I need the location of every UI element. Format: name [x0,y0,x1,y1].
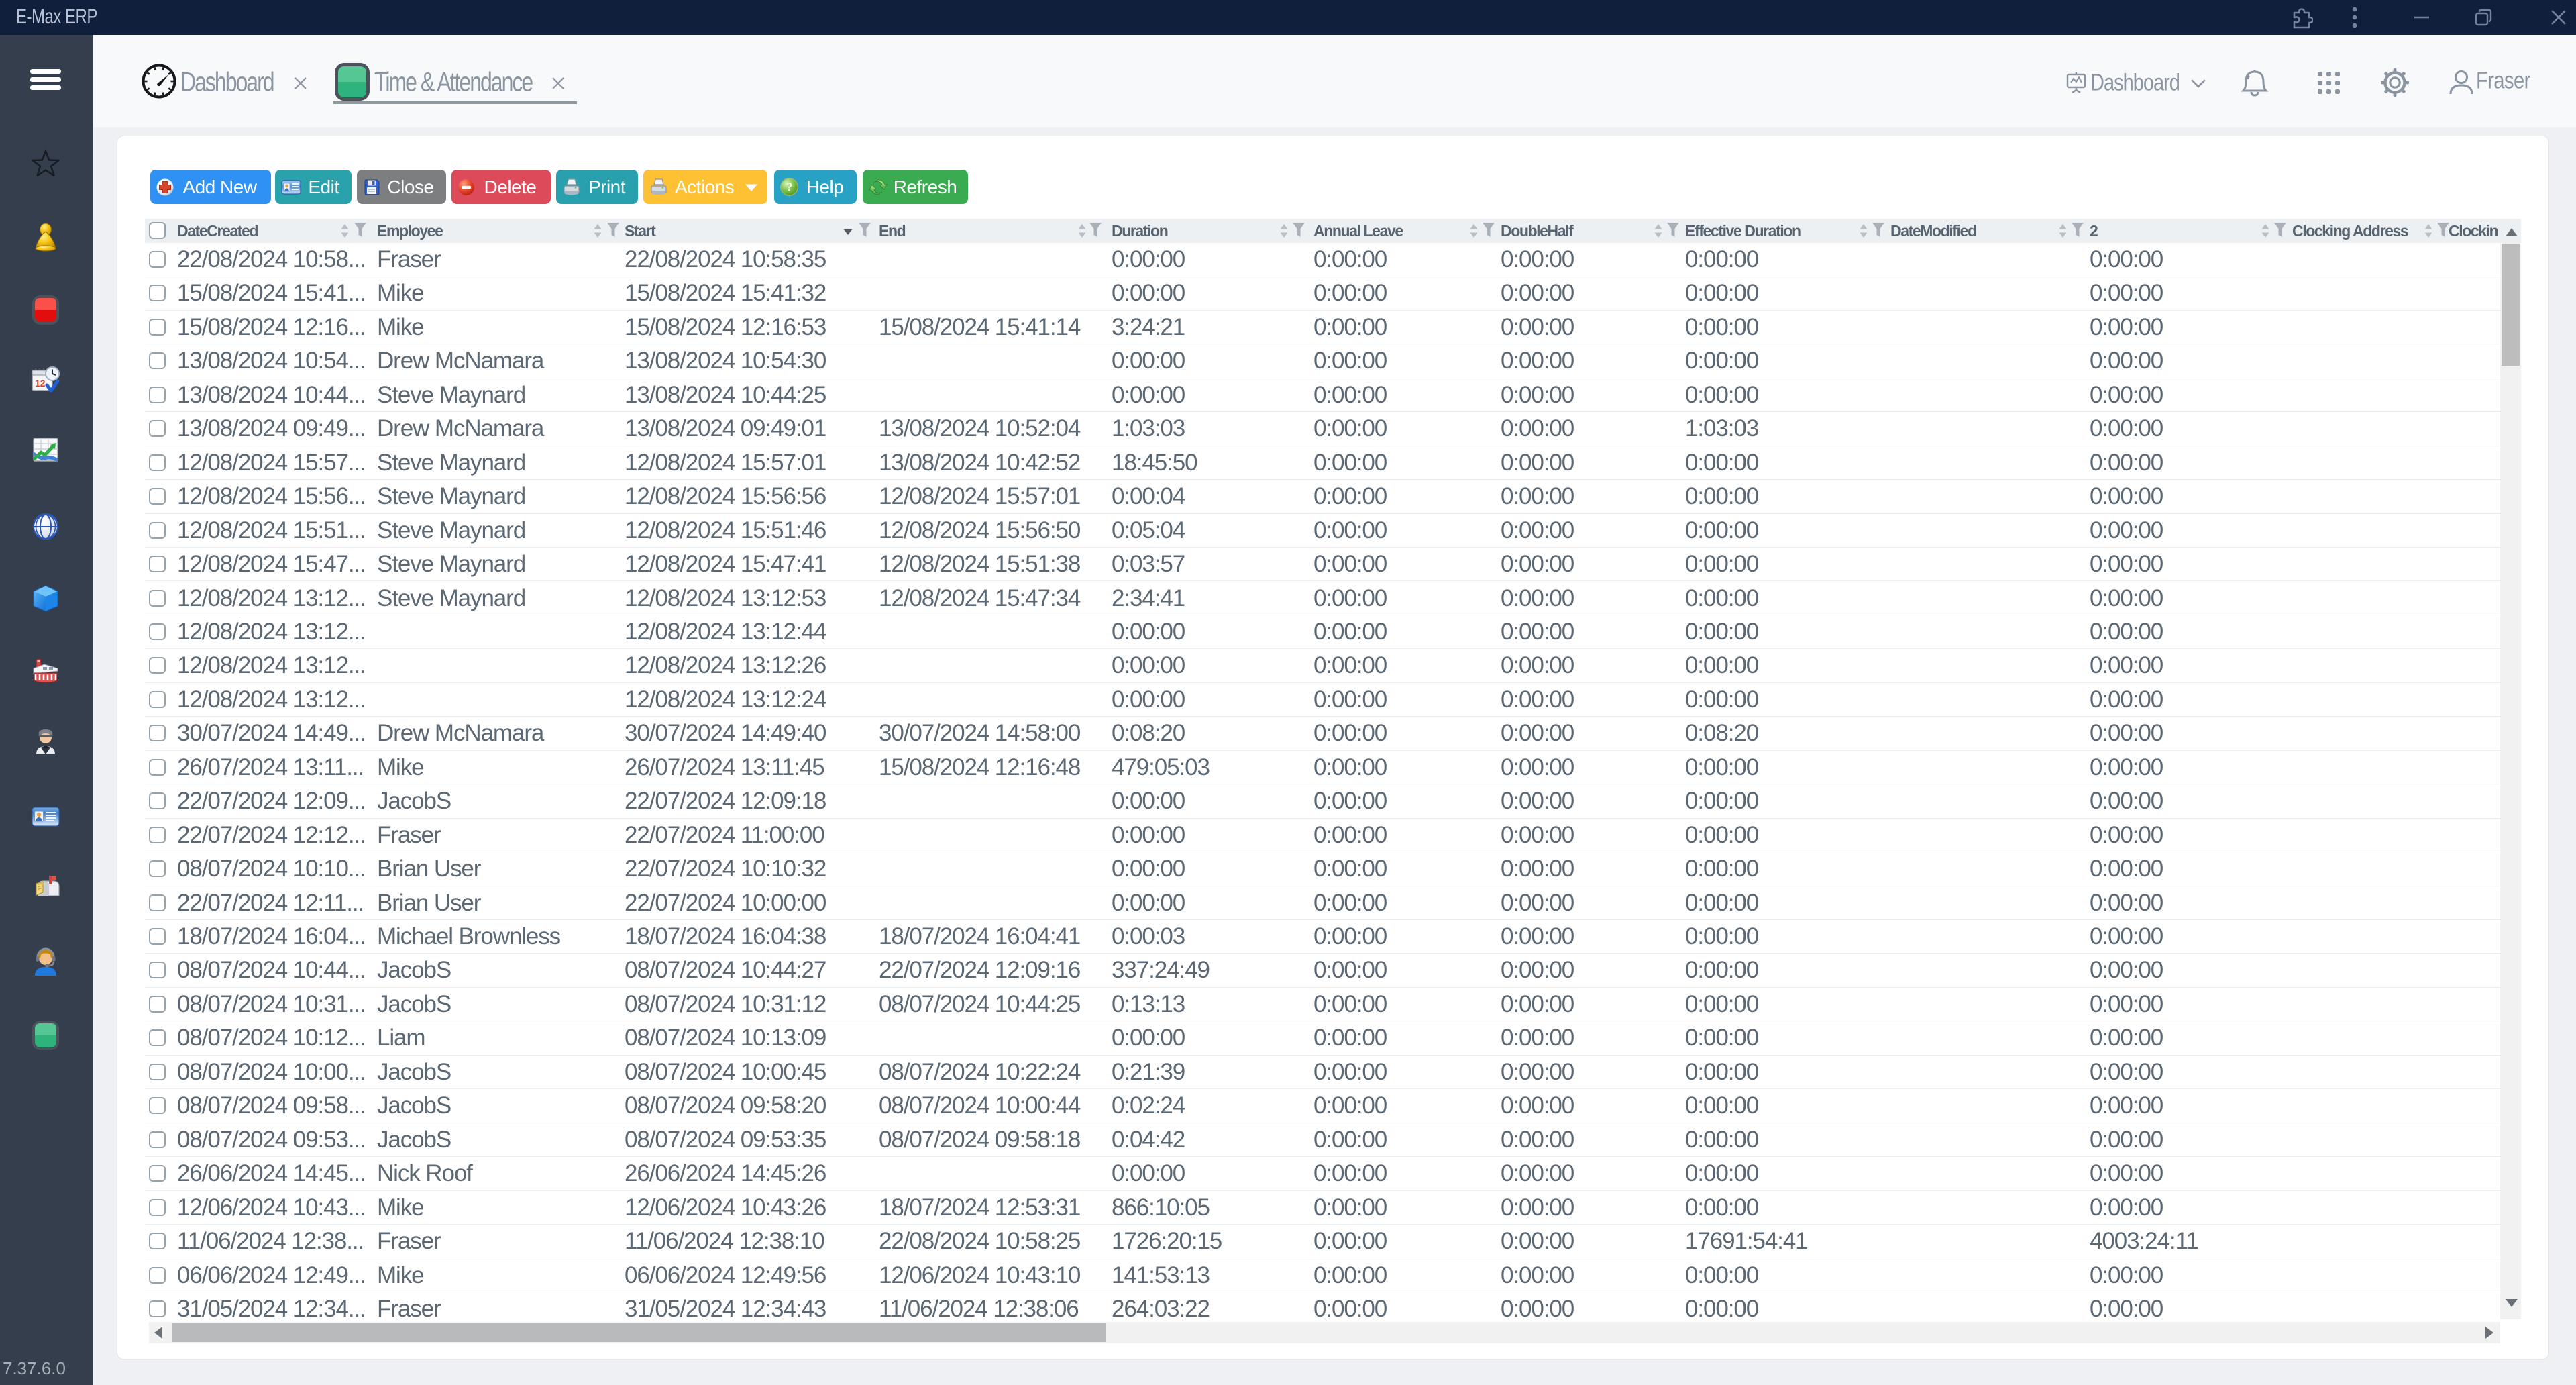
svg-text:?: ? [786,181,792,194]
svg-text:12: 12 [35,378,46,389]
